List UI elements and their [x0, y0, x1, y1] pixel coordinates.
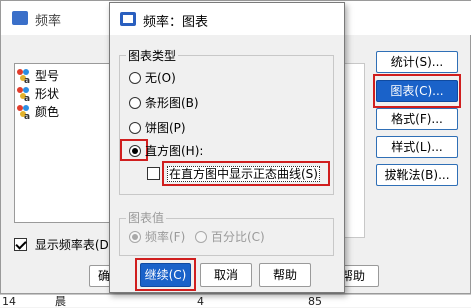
radio-histogram-label: 直方图(H):	[145, 144, 204, 158]
variable-item[interactable]: a 颜色	[17, 104, 60, 122]
nominal-variable-icon: a	[17, 87, 31, 104]
radio-frequency-label: 频率(F)	[145, 230, 186, 244]
charts-dialog-title: 频率：图表	[143, 15, 209, 30]
bootstrap-button[interactable]: 拔靴法(B)...	[376, 164, 458, 186]
variable-label: 颜色	[35, 105, 60, 119]
continue-button[interactable]: 继续(C)	[140, 263, 191, 287]
radio-frequency[interactable]: 频率(F)	[129, 229, 185, 245]
charts-button[interactable]: 图表(C)...	[376, 80, 458, 102]
sheet-cell: 晨	[55, 295, 66, 308]
radio-selected-icon[interactable]	[129, 145, 141, 157]
checkbox-checked-icon[interactable]	[14, 238, 27, 251]
nominal-variable-icon: a	[17, 69, 31, 86]
charts-dialog-titlebar: 频率：图表	[110, 3, 344, 35]
radio-icon[interactable]	[129, 122, 141, 134]
normal-curve-checkbox[interactable]: 在直方图中显示正态曲线(S)	[147, 166, 320, 182]
format-button[interactable]: 格式(F)...	[376, 108, 458, 130]
sheet-cell: 4	[197, 295, 204, 308]
statistics-button[interactable]: 统计(S)...	[376, 51, 458, 73]
radio-bar-chart[interactable]: 条形图(B)	[129, 95, 199, 111]
radio-icon[interactable]	[195, 231, 207, 243]
selected-variable-list[interactable]	[343, 63, 365, 238]
radio-icon[interactable]	[129, 72, 141, 84]
sheet-cell: 14	[2, 295, 16, 308]
radio-icon[interactable]	[129, 97, 141, 109]
radio-none[interactable]: 无(O)	[129, 70, 176, 86]
radio-percent-label: 百分比(C)	[211, 230, 265, 244]
radio-percent[interactable]: 百分比(C)	[195, 229, 265, 245]
checkbox-unchecked-icon[interactable]	[147, 167, 160, 180]
cancel-button[interactable]: 取消	[200, 263, 252, 287]
frequency-dialog-title: 频率	[35, 14, 62, 29]
radio-selected-icon[interactable]	[129, 231, 141, 243]
show-frequency-table-checkbox[interactable]: 显示频率表(D	[14, 237, 109, 253]
app-icon	[120, 12, 136, 26]
sheet-row: 14 晨 4 85	[0, 294, 471, 308]
chart-values-group-label: 图表值	[126, 209, 167, 226]
normal-curve-label: 在直方图中显示正态曲线(S)	[167, 166, 320, 182]
radio-bar-chart-label: 条形图(B)	[145, 96, 199, 110]
style-button[interactable]: 样式(L)...	[376, 136, 458, 158]
radio-pie-chart-label: 饼图(P)	[145, 121, 186, 135]
nominal-variable-icon: a	[17, 105, 31, 122]
show-frequency-table-label: 显示频率表(D	[34, 238, 109, 252]
help-button[interactable]: 帮助	[259, 263, 311, 287]
charts-dialog: 频率：图表 图表类型 无(O) 条形图(B) 饼图(P) 直方图(H): 在直方…	[109, 2, 345, 293]
radio-histogram[interactable]: 直方图(H):	[129, 143, 203, 159]
variable-item[interactable]: a 形状	[17, 86, 60, 104]
variable-label: 形状	[35, 87, 60, 101]
variable-item[interactable]: a 型号	[17, 68, 60, 86]
radio-pie-chart[interactable]: 饼图(P)	[129, 120, 186, 136]
variable-label: 型号	[35, 69, 60, 83]
sheet-cell: 85	[308, 295, 322, 308]
variable-list[interactable]: a 型号 a 形状 a 颜色	[14, 63, 110, 223]
app-icon	[12, 11, 28, 25]
chart-type-group-label: 图表类型	[126, 47, 179, 64]
radio-none-label: 无(O)	[145, 71, 176, 85]
